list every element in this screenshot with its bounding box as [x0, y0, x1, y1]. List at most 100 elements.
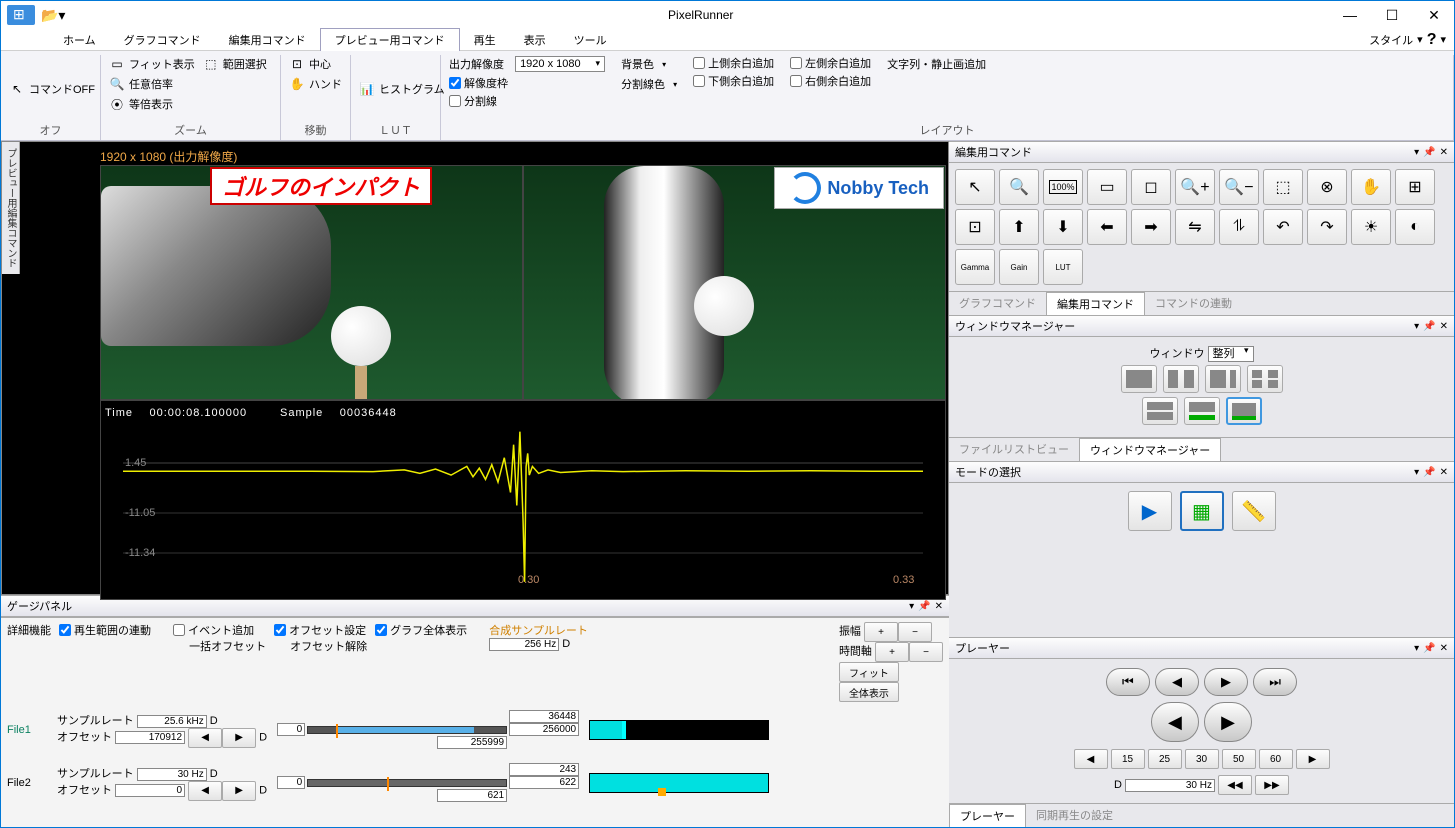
zoom-in-tool[interactable]: 🔍+ — [1175, 169, 1215, 205]
time-plus[interactable]: + — [875, 642, 909, 662]
center-tool[interactable]: ⊡ — [955, 209, 995, 245]
menu-home[interactable]: ホーム — [49, 29, 110, 51]
zoom-reset-tool[interactable]: ⊗ — [1307, 169, 1347, 205]
synth-rate-input[interactable] — [489, 638, 559, 651]
flip-v-tool[interactable]: ⥮ — [1219, 209, 1259, 245]
fit-tool[interactable]: ▭ — [1087, 169, 1127, 205]
hz-forward[interactable]: ▶▶ — [1255, 775, 1289, 795]
margin-right-check[interactable]: 右側余白追加 — [790, 73, 871, 89]
tab-edit-cmd[interactable]: 編集用コマンド — [1046, 292, 1145, 315]
file2-timeline[interactable] — [589, 773, 769, 793]
hand-tool[interactable]: ✋ — [1351, 169, 1391, 205]
bgcolor-button[interactable]: 背景色▾ — [621, 55, 677, 73]
file2-samplerate[interactable] — [137, 768, 207, 781]
hand-button[interactable]: ✋ハンド — [289, 75, 342, 93]
file2-offset[interactable] — [115, 784, 185, 797]
graph-full-check[interactable]: グラフ全体表示 — [375, 622, 467, 638]
close-icon[interactable]: ✕ — [1440, 643, 1448, 654]
bright-tool[interactable]: ☀ — [1351, 209, 1391, 245]
dropdown-icon[interactable]: ▾ — [1414, 467, 1419, 478]
file1-off-prev[interactable]: ◀ — [188, 728, 222, 748]
rotate-l-tool[interactable]: ↶ — [1263, 209, 1303, 245]
play-button[interactable]: ▶ — [1204, 702, 1252, 742]
step-30[interactable]: 30 — [1185, 749, 1219, 769]
file1-offset[interactable] — [115, 731, 185, 744]
menu-preview-cmd[interactable]: プレビュー用コマンド — [320, 28, 460, 51]
preview-side-tab[interactable]: プレビュー用編集コマンド — [2, 142, 20, 274]
menu-playback[interactable]: 再生 — [460, 29, 510, 51]
step-next[interactable]: ▶ — [1296, 749, 1330, 769]
fit-view-button[interactable]: ▭フィット表示 — [109, 55, 195, 73]
next-button[interactable]: ▶ — [1204, 668, 1248, 696]
center-button[interactable]: ⊡中心 — [289, 55, 342, 73]
file1-timeline[interactable] — [589, 720, 769, 740]
frame-tool[interactable]: ◻ — [1131, 169, 1171, 205]
mode-edit[interactable]: ▦ — [1180, 491, 1224, 531]
menu-graph-cmd[interactable]: グラフコマンド — [110, 29, 215, 51]
waveform-graph[interactable]: Time 00:00:08.100000 Sample 00036448 1.4… — [100, 400, 946, 600]
up-tool[interactable]: ⬆ — [999, 209, 1039, 245]
offset-set-check[interactable]: オフセット設定 — [274, 622, 367, 638]
prev-button[interactable]: ◀ — [1155, 668, 1199, 696]
output-res-combo[interactable]: 1920 x 1080 — [515, 56, 605, 72]
lut-tool[interactable]: LUT — [1043, 249, 1083, 285]
gamma-tool[interactable]: Gamma — [955, 249, 995, 285]
contrast-tool[interactable]: ◐ — [1395, 209, 1435, 245]
rotate-r-tool[interactable]: ↷ — [1307, 209, 1347, 245]
file1-val[interactable] — [509, 710, 579, 723]
file1-start[interactable] — [277, 723, 305, 736]
file2-start[interactable] — [277, 776, 305, 789]
pointer-tool[interactable]: ↖ — [955, 169, 995, 205]
flip-h-tool[interactable]: ⇋ — [1175, 209, 1215, 245]
dropdown-icon[interactable]: ▾ — [1414, 147, 1419, 158]
tab-cmd-link[interactable]: コマンドの連動 — [1145, 292, 1242, 315]
zoom-rect-tool[interactable]: ⬚ — [1263, 169, 1303, 205]
split-line-check[interactable]: 分割線 — [449, 93, 605, 109]
first-button[interactable]: ⏮ — [1106, 668, 1150, 696]
left-tool[interactable]: ⬅ — [1087, 209, 1127, 245]
pin-icon[interactable]: 📌 — [1423, 321, 1435, 332]
right-tool[interactable]: ➡ — [1131, 209, 1171, 245]
event-add-check[interactable]: イベント追加 — [173, 622, 266, 638]
tab-player[interactable]: プレーヤー — [949, 804, 1026, 827]
close-icon[interactable]: ✕ — [1440, 467, 1448, 478]
100pct-tool[interactable]: 100% — [1043, 169, 1083, 205]
menu-edit-cmd[interactable]: 編集用コマンド — [215, 29, 320, 51]
help-icon[interactable]: ? — [1427, 31, 1437, 49]
layout-2[interactable] — [1163, 365, 1199, 393]
offset-clear-button[interactable]: オフセット解除 — [274, 638, 367, 654]
tab-sync[interactable]: 同期再生の設定 — [1026, 804, 1123, 827]
step-50[interactable]: 50 — [1222, 749, 1256, 769]
tab-file-list[interactable]: ファイルリストビュー — [949, 438, 1079, 461]
hz-rewind[interactable]: ◀◀ — [1218, 775, 1252, 795]
rewind-button[interactable]: ◀ — [1151, 702, 1199, 742]
margin-top-check[interactable]: 上側余白追加 — [693, 55, 774, 71]
fullview-button[interactable]: 全体表示 — [839, 682, 899, 702]
layout-7[interactable] — [1226, 397, 1262, 425]
close-panel-icon[interactable]: ✕ — [935, 601, 943, 612]
equal-zoom-button[interactable]: ⦿等倍表示 — [109, 95, 195, 113]
pin-icon[interactable]: 📌 — [918, 601, 930, 612]
mode-play[interactable]: ▶ — [1128, 491, 1172, 531]
tab-graph-cmd[interactable]: グラフコマンド — [949, 292, 1046, 315]
cmd-off-button[interactable]: ↖コマンドOFF — [9, 55, 95, 122]
menu-view[interactable]: 表示 — [510, 29, 560, 51]
histogram-button[interactable]: 📊ヒストグラム — [359, 55, 445, 122]
play-range-check[interactable]: 再生範囲の連動 — [59, 622, 151, 638]
file2-val[interactable] — [509, 763, 579, 776]
step-25[interactable]: 25 — [1148, 749, 1182, 769]
fit-button[interactable]: フィット — [839, 662, 899, 682]
text-still-button[interactable]: 文字列・静止画追加 — [887, 55, 986, 73]
close-icon[interactable]: ✕ — [1440, 321, 1448, 332]
file2-off-prev[interactable]: ◀ — [188, 781, 222, 801]
grid-tool[interactable]: ⊞ — [1395, 169, 1435, 205]
maximize-button[interactable]: ☐ — [1378, 7, 1406, 24]
amp-plus[interactable]: + — [864, 622, 898, 642]
style-label[interactable]: スタイル — [1369, 32, 1413, 48]
time-minus[interactable]: − — [909, 642, 943, 662]
align-combo[interactable]: 整列 — [1208, 346, 1254, 362]
down-tool[interactable]: ⬇ — [1043, 209, 1083, 245]
zoom-out-tool[interactable]: 🔍− — [1219, 169, 1259, 205]
file1-slider[interactable] — [307, 726, 507, 734]
margin-bottom-check[interactable]: 下側余白追加 — [693, 73, 774, 89]
